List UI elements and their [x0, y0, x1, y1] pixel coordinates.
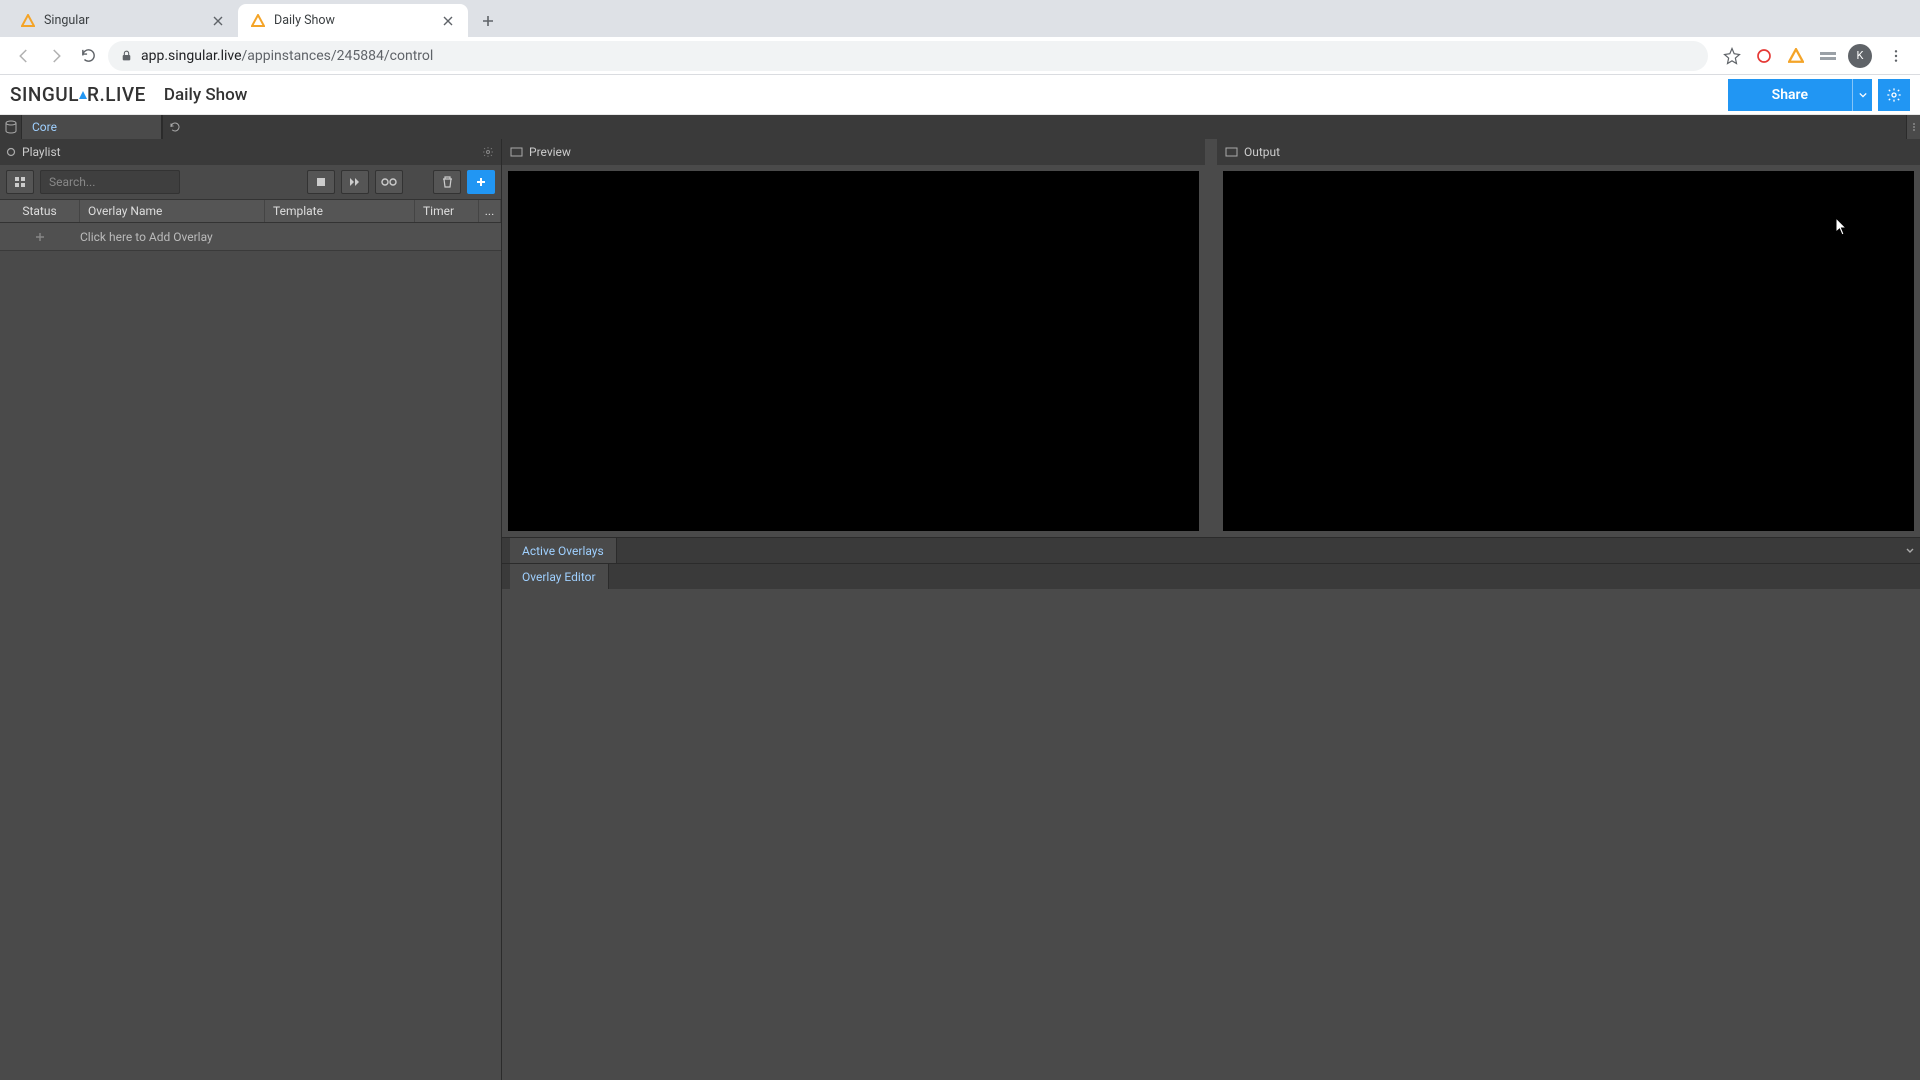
share-dropdown-button[interactable]: [1852, 79, 1872, 111]
add-overlay-label: Click here to Add Overlay: [80, 230, 213, 244]
main-area: Playlist: [0, 139, 1920, 1080]
app-header: SINGULR.LIVE Daily Show Share: [0, 75, 1920, 115]
settings-button[interactable]: [1878, 79, 1910, 111]
url-domain: app.singular.live: [141, 48, 242, 64]
playlist-header: Playlist: [0, 139, 501, 165]
favicon-singular: [20, 13, 36, 29]
url-path: /appinstances/245884/control: [242, 48, 434, 64]
tab-title: Daily Show: [274, 13, 335, 28]
play-next-button[interactable]: [341, 170, 369, 194]
preview-label: Preview: [529, 145, 571, 159]
address-bar: app.singular.live/appinstances/245884/co…: [0, 37, 1920, 75]
brand-logo[interactable]: SINGULR.LIVE: [10, 83, 146, 106]
stop-button[interactable]: [307, 170, 335, 194]
lock-icon: [120, 49, 133, 62]
star-icon[interactable]: [1720, 44, 1744, 68]
playlist-indicator-icon: [0, 147, 22, 157]
browser-tab-dailyshow[interactable]: Daily Show: [238, 4, 468, 37]
search-input[interactable]: [40, 170, 180, 194]
playlist-title: Playlist: [22, 145, 61, 159]
profile-avatar[interactable]: K: [1848, 44, 1872, 68]
browser-tab-singular[interactable]: Singular: [8, 4, 238, 37]
video-row: Preview Output: [502, 139, 1920, 537]
share-button[interactable]: Share: [1728, 79, 1852, 111]
col-template[interactable]: Template: [265, 200, 415, 222]
col-timer[interactable]: Timer: [415, 200, 479, 222]
add-overlay-button[interactable]: [467, 170, 495, 194]
overlay-editor-area: [502, 589, 1920, 1080]
tab-title: Singular: [44, 13, 89, 28]
extension-icon-opera[interactable]: [1752, 44, 1776, 68]
forward-button[interactable]: [40, 40, 72, 72]
preview-header: Preview: [502, 139, 1205, 165]
overlay-editor-bar[interactable]: Overlay Editor: [502, 563, 1920, 589]
col-overlay-name[interactable]: Overlay Name: [80, 200, 265, 222]
output-header: Output: [1217, 139, 1920, 165]
brand-triangle-blue: [79, 91, 87, 99]
layers-icon[interactable]: [0, 115, 22, 139]
close-icon[interactable]: [440, 13, 456, 29]
new-tab-button[interactable]: [474, 7, 502, 35]
preview-viewport[interactable]: [508, 171, 1199, 531]
close-icon[interactable]: [210, 13, 226, 29]
overlay-editor-tab[interactable]: Overlay Editor: [510, 564, 609, 590]
output-label: Output: [1244, 145, 1280, 159]
output-column: Output: [1217, 139, 1920, 537]
browser-menu-button[interactable]: [1880, 40, 1912, 72]
favicon-singular: [250, 13, 266, 29]
reload-button[interactable]: [72, 40, 104, 72]
col-status[interactable]: Status: [0, 200, 80, 222]
monitor-icon: [510, 147, 523, 158]
monitor-icon: [1225, 147, 1238, 158]
extension-icon-generic[interactable]: [1816, 44, 1840, 68]
layer-refresh-button[interactable]: [162, 115, 186, 139]
layers-bar: Core: [0, 115, 1920, 139]
add-overlay-row[interactable]: Click here to Add Overlay: [0, 223, 501, 251]
layer-tab-core[interactable]: Core: [22, 115, 162, 139]
chevron-down-icon[interactable]: [1900, 546, 1920, 556]
back-button[interactable]: [8, 40, 40, 72]
output-viewport[interactable]: [1223, 171, 1914, 531]
url-input[interactable]: app.singular.live/appinstances/245884/co…: [108, 41, 1708, 71]
delete-button[interactable]: [433, 170, 461, 194]
grid-view-button[interactable]: [6, 170, 34, 194]
active-overlays-tab[interactable]: Active Overlays: [510, 538, 617, 564]
link-button[interactable]: [375, 170, 403, 194]
preview-column: Preview: [502, 139, 1205, 537]
panel-handle[interactable]: [1906, 115, 1920, 139]
playlist-toolbar: [0, 165, 501, 199]
extension-icon-singular[interactable]: [1784, 44, 1808, 68]
col-more[interactable]: ...: [479, 200, 501, 222]
browser-tab-strip: Singular Daily Show: [0, 0, 1920, 37]
plus-icon: [0, 232, 80, 242]
playlist-table-header: Status Overlay Name Template Timer ...: [0, 199, 501, 223]
playlist-panel: Playlist: [0, 139, 502, 1080]
show-title: Daily Show: [164, 85, 247, 105]
active-overlays-bar[interactable]: Active Overlays: [502, 537, 1920, 563]
right-panel: Preview Output Active Overlays: [502, 139, 1920, 1080]
playlist-settings-button[interactable]: [475, 146, 501, 158]
